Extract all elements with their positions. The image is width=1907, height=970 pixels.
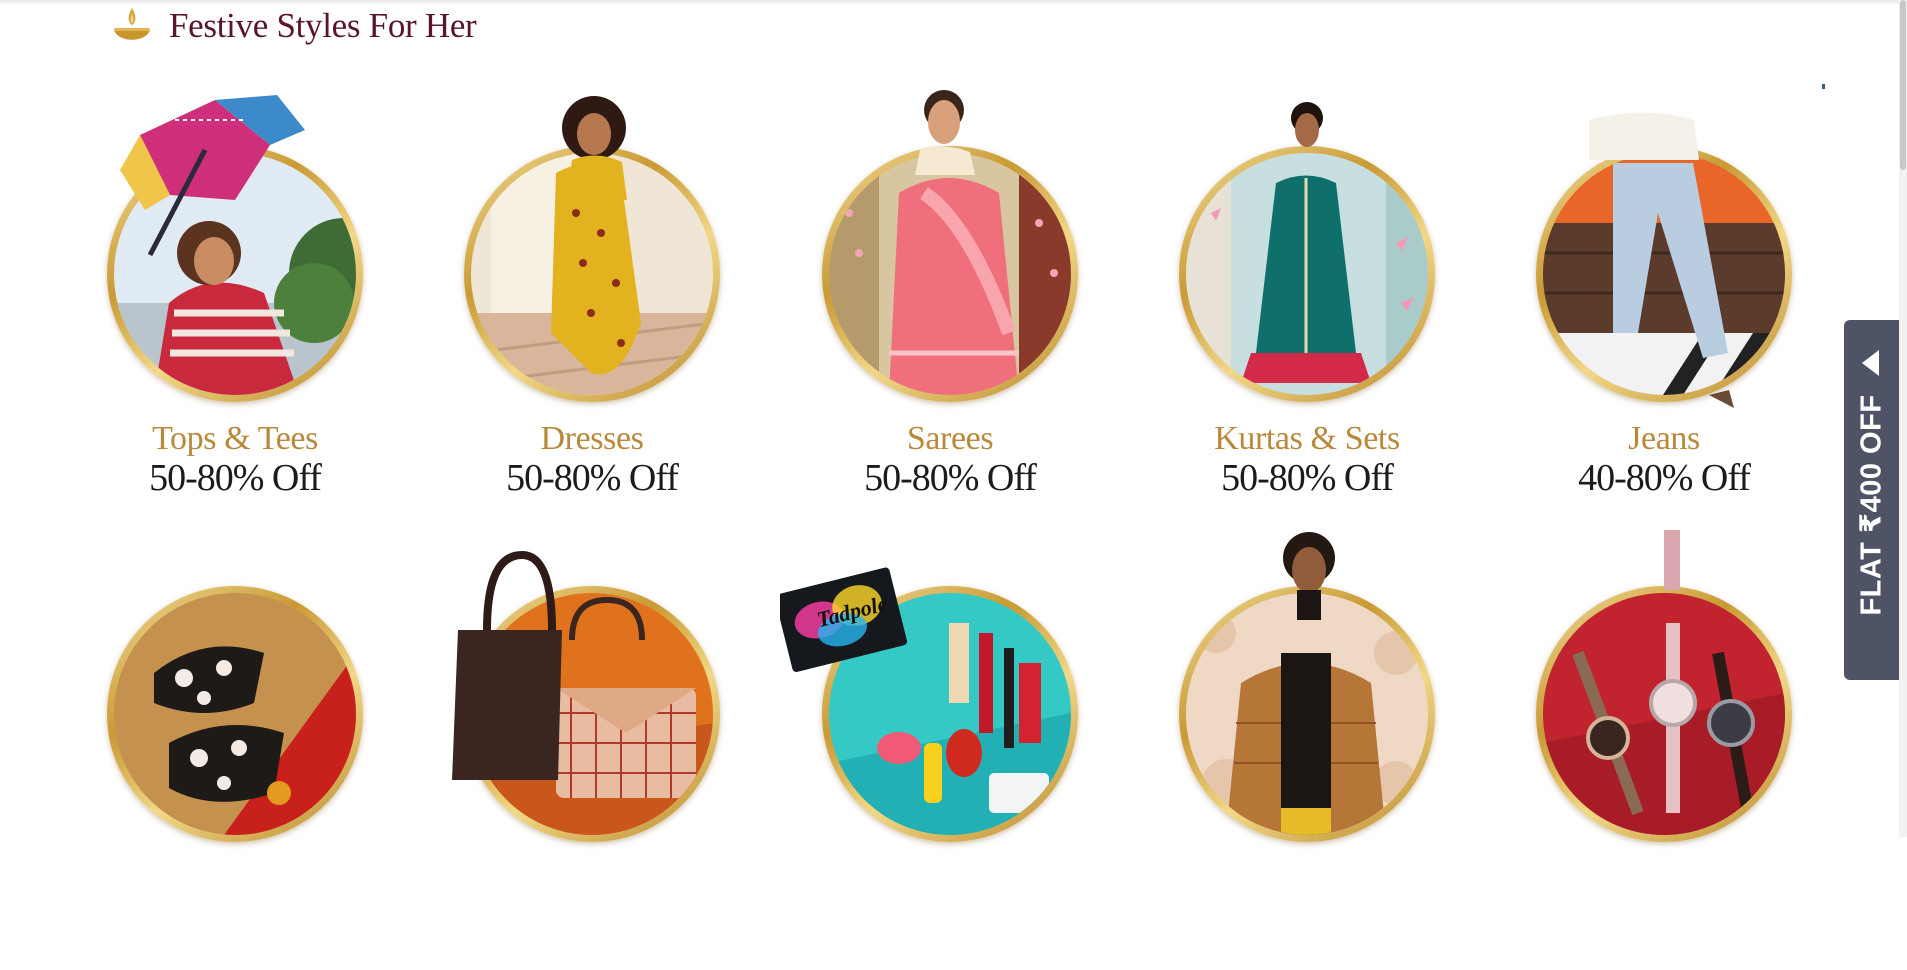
flat-offer-tab[interactable]: FLAT ₹400 OFF (1844, 320, 1899, 680)
category-ring (464, 586, 720, 842)
discount-text: 50-80% Off (506, 457, 679, 499)
scrollbar[interactable] (1899, 0, 1907, 837)
category-image (1186, 593, 1428, 835)
flat-offer-label: FLAT ₹400 OFF (1855, 394, 1888, 616)
category-image (471, 153, 713, 395)
category-card-jackets[interactable] (1137, 530, 1437, 970)
category-card-kurtas[interactable]: Kurtas & Sets 50-80% Off (1137, 90, 1437, 530)
category-card-tops[interactable]: Tops & Tees 50-80% Off (65, 90, 365, 530)
category-ring (107, 586, 363, 842)
discount-text: 50-80% Off (1221, 457, 1394, 499)
category-card-sarees[interactable]: Sarees 50-80% Off (780, 90, 1080, 530)
indicator-dot (1822, 84, 1825, 89)
category-name: Dresses (540, 420, 644, 457)
chevron-left-icon[interactable] (1862, 350, 1879, 376)
category-image (829, 593, 1071, 835)
category-ring (1179, 586, 1435, 842)
category-card-watches[interactable] (1494, 530, 1794, 970)
category-image (1543, 593, 1785, 835)
discount-text: 50-80% Off (864, 457, 1037, 499)
category-image (1186, 153, 1428, 395)
category-card-dresses[interactable]: Dresses 50-80% Off (422, 90, 722, 530)
category-image (114, 593, 356, 835)
discount-text: 50-80% Off (149, 457, 322, 499)
section-header: Festive Styles For Her (112, 4, 477, 48)
category-image (471, 593, 713, 835)
category-ring (1536, 586, 1792, 842)
category-name: Tops & Tees (152, 420, 318, 457)
category-card-jeans[interactable]: Jeans 40-80% Off (1494, 90, 1794, 530)
category-name: Jeans (1628, 420, 1700, 457)
category-image (829, 153, 1071, 395)
category-image (1543, 153, 1785, 395)
category-name: Kurtas & Sets (1214, 420, 1400, 457)
scrollbar-thumb[interactable] (1900, 0, 1906, 170)
category-ring (822, 146, 1078, 402)
category-card-handbags[interactable] (422, 530, 722, 970)
category-ring (107, 146, 363, 402)
category-card-beauty[interactable]: Tadpole (780, 530, 1080, 970)
section-title: Festive Styles For Her (169, 6, 477, 45)
discount-text: 40-80% Off (1578, 457, 1751, 499)
category-ring (1536, 146, 1792, 402)
category-card-footwear[interactable] (65, 530, 365, 970)
category-ring (464, 146, 720, 402)
category-image (114, 153, 356, 395)
category-name: Sarees (906, 420, 994, 457)
category-ring (1179, 146, 1435, 402)
category-ring (822, 586, 1078, 842)
diya-icon (114, 8, 150, 40)
